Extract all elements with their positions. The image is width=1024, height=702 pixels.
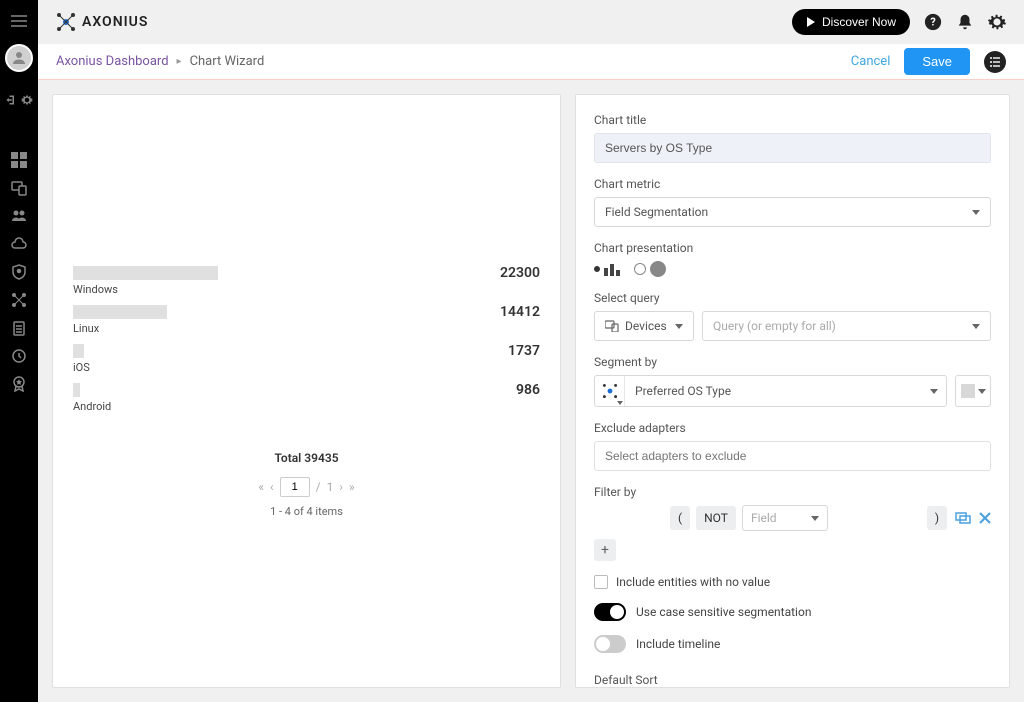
next-page-icon[interactable]: ›	[339, 480, 343, 494]
exclude-adapters-input[interactable]	[594, 441, 991, 471]
chart-preview-panel: 22300 Windows 14412 Linux 1737 iOS 986 A…	[52, 94, 561, 688]
add-filter-button[interactable]: +	[594, 539, 616, 561]
gear-icon[interactable]	[21, 94, 33, 106]
login-icon[interactable]	[5, 94, 17, 106]
pie-chart-icon	[650, 261, 666, 277]
users-icon[interactable]	[11, 208, 27, 224]
bar-chart-icon	[604, 262, 620, 276]
svg-text:?: ?	[930, 16, 935, 29]
chevron-down-icon	[930, 389, 938, 394]
filter-remove-icon[interactable]	[979, 512, 991, 524]
cancel-button[interactable]: Cancel	[851, 54, 891, 69]
include-timeline-toggle[interactable]	[594, 635, 626, 653]
shield-icon[interactable]	[11, 264, 27, 280]
chevron-down-icon	[972, 210, 980, 215]
case-sensitive-label: Use case sensitive segmentation	[636, 605, 811, 619]
breadcrumb: Axonius Dashboard ▸ Chart Wizard	[56, 54, 264, 69]
list-menu-button[interactable]	[984, 51, 1006, 73]
prev-page-icon[interactable]: ‹	[270, 480, 274, 494]
topbar: AXONIUS Discover Now ?	[38, 0, 1024, 44]
presentation-label: Chart presentation	[594, 241, 991, 255]
play-icon	[806, 17, 816, 27]
history-icon[interactable]	[11, 348, 27, 364]
presentation-bar[interactable]	[594, 262, 620, 276]
devices-icon[interactable]	[11, 180, 27, 196]
segment-color-select[interactable]	[955, 375, 991, 407]
include-timeline-label: Include timeline	[636, 637, 720, 651]
bar-row: 986 Android	[73, 382, 540, 413]
chevron-down-icon	[811, 516, 819, 521]
sort-label: Default Sort	[594, 673, 991, 687]
chevron-down-icon	[972, 324, 980, 329]
breadcrumb-current: Chart Wizard	[190, 54, 265, 69]
chevron-right-icon: ▸	[177, 56, 182, 67]
chevron-down-icon	[617, 401, 623, 405]
logo-icon	[56, 12, 76, 32]
bar-row: 22300 Windows	[73, 265, 540, 296]
title-label: Chart title	[594, 113, 991, 127]
chevron-down-icon	[978, 389, 986, 394]
filter-open-paren[interactable]: (	[670, 506, 690, 530]
query-label: Select query	[594, 291, 991, 305]
pager: « ‹ / 1 › »	[73, 477, 540, 497]
discover-button[interactable]: Discover Now	[792, 9, 910, 35]
filter-not-button[interactable]: NOT	[696, 506, 736, 530]
logo[interactable]: AXONIUS	[56, 12, 148, 32]
chart-total: Total 39435	[73, 451, 540, 465]
adapter-icon	[602, 383, 618, 399]
main-area: AXONIUS Discover Now ? Axonius Dashboard…	[38, 0, 1024, 702]
filter-close-paren[interactable]: )	[927, 506, 947, 530]
hamburger-icon[interactable]	[11, 14, 27, 28]
settings-icon[interactable]	[988, 13, 1006, 31]
dashboard-icon[interactable]	[11, 152, 27, 168]
devices-small-icon	[605, 320, 619, 332]
bar-row: 14412 Linux	[73, 304, 540, 335]
graph-icon[interactable]	[11, 292, 27, 308]
presentation-pie[interactable]	[634, 261, 666, 277]
subbar: Axonius Dashboard ▸ Chart Wizard Cancel …	[38, 44, 1024, 80]
breadcrumb-root[interactable]: Axonius Dashboard	[56, 54, 169, 69]
chart-metric-select[interactable]: Field Segmentation	[594, 197, 991, 227]
segment-label: Segment by	[594, 355, 991, 369]
filter-copy-icon[interactable]	[955, 512, 971, 524]
chevron-down-icon	[675, 324, 683, 329]
filter-label: Filter by	[594, 485, 991, 499]
segment-field-select[interactable]: Preferred OS Type	[594, 375, 947, 407]
include-no-value-checkbox[interactable]	[594, 575, 608, 589]
cloud-icon[interactable]	[11, 236, 27, 252]
last-page-icon[interactable]: »	[349, 480, 355, 494]
bar-row: 1737 iOS	[73, 343, 540, 374]
metric-label: Chart metric	[594, 177, 991, 191]
chart-title-input[interactable]	[594, 133, 991, 163]
case-sensitive-toggle[interactable]	[594, 603, 626, 621]
entity-select[interactable]: Devices	[594, 311, 694, 341]
help-icon[interactable]: ?	[924, 13, 942, 31]
exclude-label: Exclude adapters	[594, 421, 991, 435]
items-count: 1 - 4 of 4 items	[73, 505, 540, 518]
left-sidebar	[0, 0, 38, 702]
star-badge-icon[interactable]	[11, 376, 27, 392]
logo-text: AXONIUS	[82, 14, 148, 30]
save-button[interactable]: Save	[904, 48, 970, 75]
config-panel: Chart title Chart metric Field Segmentat…	[575, 94, 1010, 688]
avatar[interactable]	[5, 44, 33, 72]
first-page-icon[interactable]: «	[258, 480, 264, 494]
query-select[interactable]: Query (or empty for all)	[702, 311, 991, 341]
page-total: 1	[327, 480, 334, 494]
filter-field-select[interactable]: Field	[742, 505, 828, 531]
bar-chart: 22300 Windows 14412 Linux 1737 iOS 986 A…	[73, 115, 540, 667]
bell-icon[interactable]	[956, 13, 974, 31]
clipboard-icon[interactable]	[11, 320, 27, 336]
page-input[interactable]	[280, 477, 310, 497]
include-no-value-label: Include entities with no value	[616, 575, 770, 589]
